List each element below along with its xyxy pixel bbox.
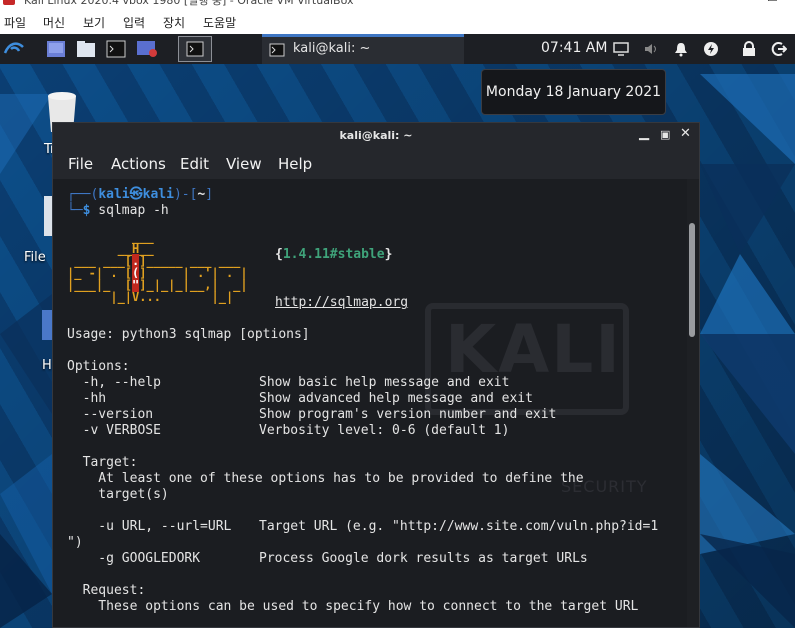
menu-edit[interactable]: Edit (180, 155, 209, 173)
option-desc: Show basic help message and exit (259, 375, 510, 390)
close-button[interactable]: ✕ (680, 126, 691, 141)
vbox-title-text: Kali Linux 2020.4 vbox 1980 [실행 중] - Ora… (24, 0, 354, 7)
panel-clock[interactable]: 07:41 AM (541, 40, 607, 56)
minimize-icon[interactable]: — (721, 0, 733, 4)
usage-line: Usage: python3 sqlmap [options] (67, 327, 310, 342)
vbox-menu-devices[interactable]: 장치 (163, 14, 185, 31)
taskbar-terminal-item[interactable]: kali@kali: ~ (262, 34, 464, 64)
display-icon[interactable] (612, 38, 630, 60)
file-system-label: File (24, 250, 46, 265)
vbox-menu-view[interactable]: 보기 (83, 14, 105, 31)
terminal-menubar: File Actions Edit View Help (53, 149, 699, 179)
request-header: Request: (67, 583, 146, 598)
option-wrap: ") (67, 535, 83, 550)
maximize-icon[interactable]: ☐ (767, 0, 778, 4)
logout-icon[interactable] (770, 38, 788, 60)
vbox-menu-file[interactable]: 파일 (4, 14, 26, 31)
version-line: {1.4.11#stable} (275, 247, 393, 262)
power-manager-icon[interactable] (702, 38, 720, 60)
minimize-button[interactable]: ▁ (639, 126, 649, 141)
target-text: At least one of these options has to be … (67, 471, 584, 486)
lock-screen-icon[interactable] (740, 38, 758, 60)
taskbar-terminal-label: kali@kali: ~ (293, 41, 371, 56)
volume-icon[interactable] (642, 38, 660, 60)
sqlmap-url[interactable]: http://sqlmap.org (275, 295, 408, 311)
file-manager-icon[interactable] (74, 38, 98, 60)
vbox-titlebar: Kali Linux 2020.4 vbox 1980 [실행 중] - Ora… (0, 0, 795, 7)
show-desktop-icon[interactable] (44, 38, 68, 60)
option-flag: --version (67, 407, 154, 422)
sqlmap-ascii-logo: ___ __H__ ___ ___[.]_____ ___ ___ |_ -| … (67, 230, 248, 304)
terminal-icon (269, 43, 285, 57)
option-desc: Target URL (e.g. "http://www.site.com/vu… (259, 519, 659, 534)
vbox-menu-machine[interactable]: 머신 (43, 14, 65, 31)
target-header: Target: (67, 455, 138, 470)
option-desc: Verbosity level: 0-6 (default 1) (259, 423, 510, 438)
vbox-menu-input[interactable]: 입력 (123, 14, 145, 31)
target-text: target(s) (67, 487, 169, 502)
option-flag: -u URL, --url=URL (67, 519, 232, 534)
active-terminal-launcher[interactable] (178, 36, 212, 62)
vbox-menubar: 파일 머신 보기 입력 장치 도움말 (0, 8, 795, 34)
date-tooltip-text: Monday 18 January 2021 (485, 84, 662, 100)
terminal-title: kali@kali: ~ (339, 129, 413, 142)
options-header: Options: (67, 359, 130, 374)
option-flag: -g GOOGLEDORK (67, 551, 201, 566)
option-flag: -h, --help (67, 375, 161, 390)
option-desc: Show program's version number and exit (259, 407, 557, 422)
menu-view[interactable]: View (226, 155, 262, 173)
mouse-cursor-icon: ⌐ (556, 0, 566, 4)
sqlmap-version: 1.4.11#stable (282, 247, 385, 262)
guest-desktop: kali@kali: ~ 07:41 AM Trash File H Monda… (0, 34, 795, 628)
option-desc: Process Google dork results as target UR… (259, 551, 588, 566)
home-label: H (42, 358, 52, 373)
virtualbox-icon (3, 0, 15, 5)
prompt-line-1: ┌──(kali㉿kali)-[~] (67, 187, 214, 202)
option-flag: -v VERBOSE (67, 423, 161, 438)
terminal-scrollbar[interactable] (689, 223, 695, 337)
prompt-line-2: └─$ sqlmap -h (67, 203, 169, 218)
kali-top-panel: kali@kali: ~ 07:41 AM (0, 34, 795, 64)
date-tooltip: Monday 18 January 2021 (481, 69, 666, 115)
menu-actions[interactable]: Actions (111, 155, 166, 173)
request-text: These options can be used to specify how… (67, 599, 639, 614)
option-flag: -hh (67, 391, 107, 406)
terminal-launcher-icon[interactable] (104, 38, 128, 60)
screen-recorder-icon[interactable] (134, 38, 160, 60)
terminal-window[interactable]: kali@kali: ~ ▁ ▣ ✕ File Actions Edit Vie… (52, 122, 700, 628)
menu-file[interactable]: File (68, 155, 93, 173)
menu-help[interactable]: Help (278, 155, 312, 173)
notifications-icon[interactable] (672, 38, 690, 60)
vbox-menu-help[interactable]: 도움말 (203, 14, 236, 31)
maximize-button[interactable]: ▣ (660, 128, 670, 141)
terminal-output[interactable]: KALI SECURITY ┌──(kali㉿kali)-[~] └─$ sql… (53, 179, 687, 627)
terminal-titlebar[interactable]: kali@kali: ~ ▁ ▣ ✕ (53, 123, 699, 149)
option-desc: Show advanced help message and exit (259, 391, 533, 406)
kali-menu-icon[interactable] (2, 38, 26, 60)
